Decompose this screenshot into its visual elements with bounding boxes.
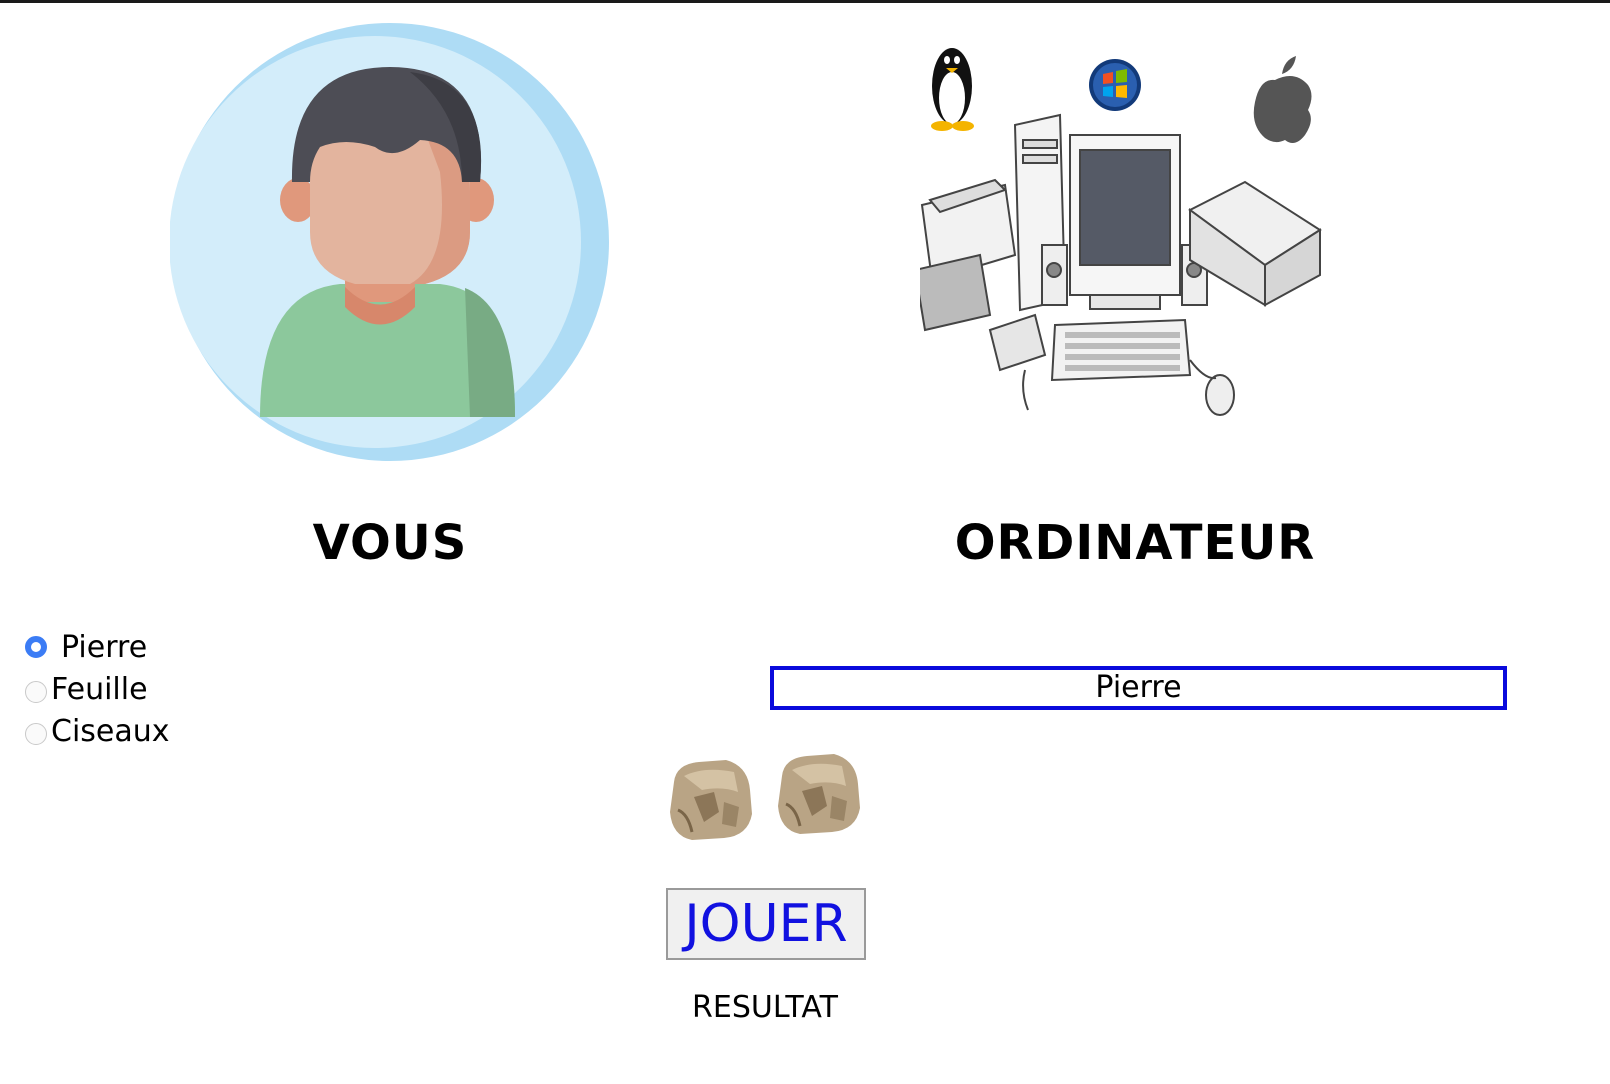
radio-pierre[interactable]	[25, 636, 47, 658]
radio-feuille[interactable]	[25, 681, 47, 703]
choice-feuille[interactable]: Feuille	[25, 668, 170, 710]
computer-peripherals-icon	[920, 48, 1322, 416]
choice-label-ciseaux[interactable]: Ciseaux	[51, 714, 170, 749]
player-rock-icon	[670, 760, 752, 840]
play-button[interactable]: JOUER	[666, 888, 866, 960]
choice-label-pierre[interactable]: Pierre	[61, 630, 147, 665]
choice-label-feuille[interactable]: Feuille	[51, 672, 148, 707]
computer-choice-display: Pierre	[770, 666, 1507, 710]
result-label: RESULTAT	[692, 990, 838, 1025]
choice-radio-group: Pierre Feuille Ciseaux	[25, 626, 170, 752]
computer-rock-icon	[778, 754, 860, 834]
computer-title: ORDINATEUR	[954, 515, 1316, 571]
choice-ciseaux[interactable]: Ciseaux	[25, 710, 170, 752]
choice-pierre[interactable]: Pierre	[25, 626, 170, 668]
linux-tux-icon	[931, 48, 974, 131]
radio-ciseaux[interactable]	[25, 723, 47, 745]
player-avatar-icon	[170, 23, 609, 461]
apple-logo-icon	[1253, 56, 1312, 144]
windows-logo-icon	[1089, 59, 1141, 111]
player-title: VOUS	[312, 515, 468, 571]
top-divider	[0, 0, 1610, 3]
